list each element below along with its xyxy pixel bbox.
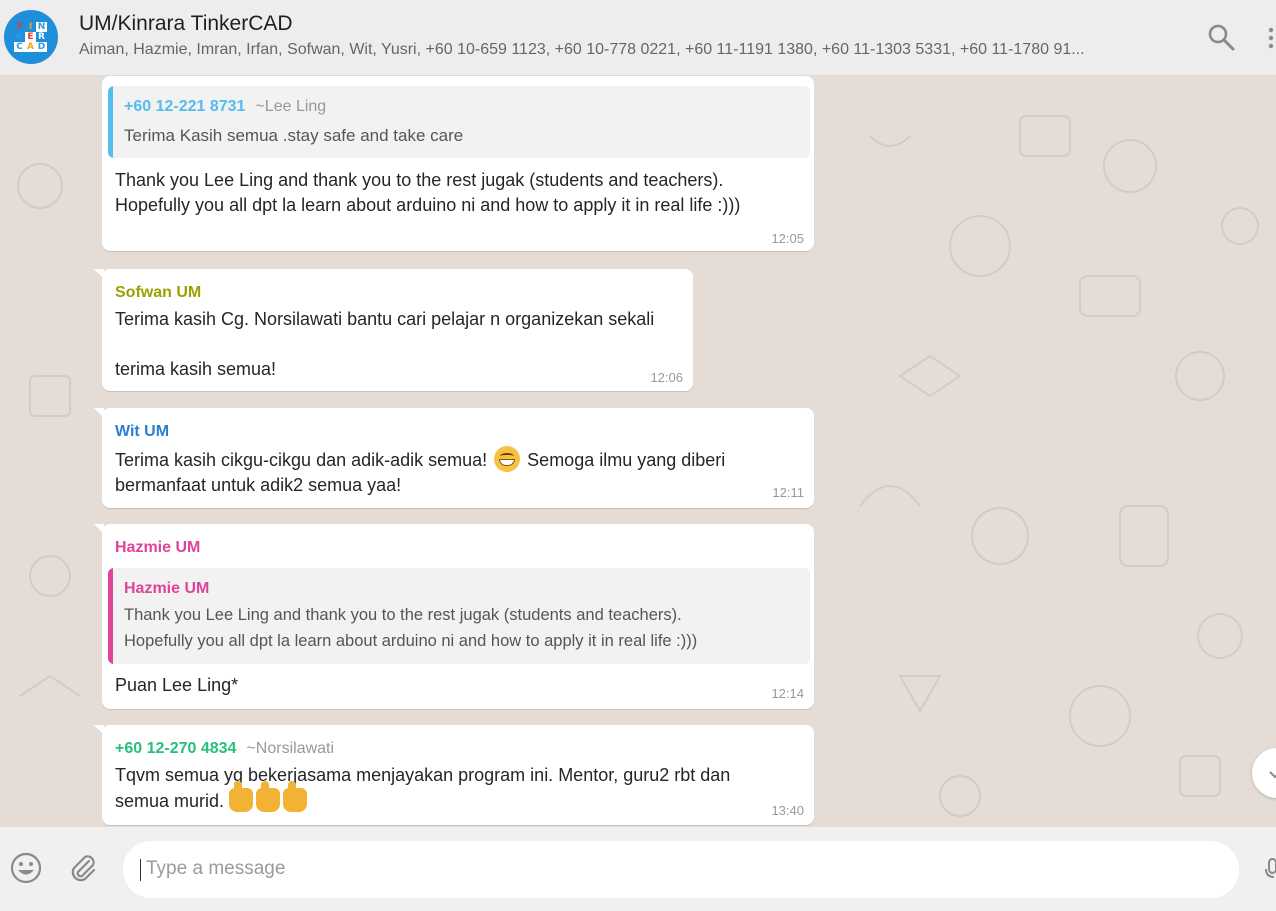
message-text: Thank you Lee Ling and thank you to the … bbox=[115, 170, 741, 215]
bubble-tail bbox=[94, 408, 104, 418]
quote-bar bbox=[108, 86, 113, 158]
message-sender: Sofwan UM bbox=[115, 284, 202, 301]
chat-header[interactable]: T I N K E R C A D UM/Kinrara TinkerCAD A… bbox=[0, 0, 1276, 76]
grinning-emoji bbox=[494, 446, 521, 472]
message-bubble[interactable]: Sofwan UM Terima kasih Cg. Norsilawati b… bbox=[94, 269, 693, 391]
message-bubble[interactable]: +60 12-221 8731 ~Lee Ling Terima Kasih se… bbox=[102, 76, 814, 251]
message-sender: Hazmie UM bbox=[115, 539, 201, 556]
bubble-tail bbox=[94, 269, 104, 279]
message-time: 12:05 bbox=[771, 231, 804, 246]
chat-title[interactable]: UM/Kinrara TinkerCAD bbox=[79, 12, 293, 36]
mic-icon[interactable] bbox=[1264, 857, 1276, 881]
chevron-down-icon bbox=[1269, 771, 1276, 779]
search-icon[interactable] bbox=[1206, 22, 1236, 52]
message-time: 12:14 bbox=[771, 686, 804, 701]
message-text: Terima kasih Cg. Norsilawati bantu cari … bbox=[115, 309, 655, 379]
quoted-message[interactable]: Hazmie UM Thank you Lee Ling and thank y… bbox=[108, 568, 810, 664]
bubble-tail bbox=[94, 725, 104, 735]
quoted-message[interactable]: +60 12-221 8731 ~Lee Ling Terima Kasih se… bbox=[108, 86, 810, 158]
menu-icon[interactable] bbox=[1266, 26, 1276, 50]
message-sender: +60 12-270 4834 ~Norsilawati bbox=[115, 740, 335, 757]
quote-text: Thank you Lee Ling and thank you to the … bbox=[124, 606, 698, 650]
composer-bar: Type a message bbox=[0, 827, 1276, 911]
message-bubble[interactable]: Hazmie UM Hazmie UM Thank you Lee Ling a… bbox=[94, 524, 814, 709]
group-avatar[interactable]: T I N K E R C A D bbox=[4, 10, 58, 64]
message-input[interactable]: Type a message bbox=[123, 841, 1239, 898]
message-time: 13:40 bbox=[771, 803, 804, 818]
thumbs-up-emoji bbox=[229, 781, 254, 812]
thumbs-up-emoji bbox=[256, 781, 281, 812]
message-text: Tqvm semua yg bekerjasama menjayakan pro… bbox=[115, 765, 731, 812]
avatar-logo: T I N K E R C A D bbox=[14, 22, 47, 52]
quote-bar bbox=[108, 568, 113, 664]
chat-participants: Aiman, Hazmie, Imran, Irfan, Sofwan, Wit… bbox=[79, 41, 1085, 58]
message-time: 12:11 bbox=[772, 485, 804, 500]
message-time: 12:06 bbox=[650, 370, 683, 385]
message-placeholder: Type a message bbox=[146, 858, 286, 879]
quote-sender: Hazmie UM bbox=[124, 580, 210, 597]
message-bubble[interactable]: Wit UM Terima kasih cikgu-cikgu dan adik… bbox=[94, 408, 814, 508]
message-text: Puan Lee Ling* bbox=[115, 675, 239, 695]
quote-text: Terima Kasih semua .stay safe and take c… bbox=[124, 126, 464, 145]
quote-sender: +60 12-221 8731 ~Lee Ling bbox=[124, 98, 327, 115]
message-text: Terima kasih cikgu-cikgu dan adik-adik s… bbox=[115, 446, 725, 498]
thumbs-up-emoji bbox=[283, 781, 308, 812]
bubble-tail bbox=[94, 524, 104, 534]
attach-icon[interactable] bbox=[66, 851, 100, 885]
text-caret bbox=[140, 859, 141, 881]
message-list[interactable]: +60 12-221 8731 ~Lee Ling Terima Kasih se… bbox=[0, 76, 1276, 827]
message-sender: Wit UM bbox=[115, 423, 170, 440]
emoji-icon[interactable] bbox=[9, 851, 43, 885]
message-bubble[interactable]: +60 12-270 4834 ~Norsilawati Tqvm semua y… bbox=[94, 725, 814, 825]
